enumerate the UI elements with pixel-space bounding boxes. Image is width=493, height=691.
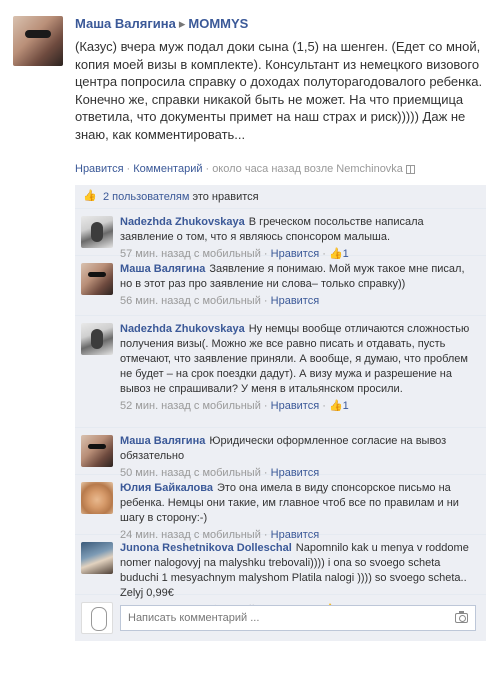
comment-content: Junona Reshetnikova Dolleschal Napomnilo … — [120, 541, 478, 601]
comment-input[interactable]: Написать комментарий ... — [120, 605, 476, 631]
comment-like-count[interactable]: 1 — [343, 400, 349, 412]
map-pin-icon — [405, 164, 415, 174]
comment-row: Nadezhda Zhukovskaya Ну немцы вообще отли… — [75, 316, 486, 428]
write-comment-row: Написать комментарий ... — [75, 595, 486, 641]
comments-panel: 👍 2 пользователям это нравится Nadezhda … — [75, 185, 486, 641]
comment-timestamp[interactable]: 52 мин. назад с мобильный — [120, 400, 261, 412]
commenter-avatar[interactable] — [81, 482, 113, 514]
commenter-avatar[interactable] — [81, 435, 113, 467]
likers-link[interactable]: 2 пользователям — [103, 191, 189, 203]
author-avatar[interactable] — [13, 16, 63, 66]
thumbs-up-icon: 👍 — [83, 190, 97, 202]
comment-author-link[interactable]: Nadezhda Zhukovskaya — [120, 216, 245, 228]
post-text: (Казус) вчера муж подал доки сына (1,5) … — [75, 39, 483, 142]
comment-row: Маша Валягина Юридически оформленное согл… — [75, 428, 486, 479]
comment-author-link[interactable]: Junona Reshetnikova Dolleschal — [120, 542, 292, 554]
comment-meta: 52 мин. назад с мобильный · Нравится · 👍… — [120, 399, 478, 414]
commenter-avatar[interactable] — [81, 263, 113, 295]
like-link[interactable]: Нравится — [75, 163, 124, 175]
separator: · — [260, 295, 271, 307]
comment-author-link[interactable]: Маша Валягина — [120, 435, 205, 447]
comment-row: Юлия Байкалова Это она имела в виду спонс… — [75, 475, 486, 541]
comment-body: Юлия Байкалова Это она имела в виду спонс… — [120, 481, 478, 543]
comment-content: Маша Валягина Заявление я понимаю. Мой му… — [120, 262, 478, 292]
post-timestamp[interactable]: около часа назад возле Nemchinovka — [212, 163, 403, 175]
comment-timestamp[interactable]: 56 мин. назад с мобильный — [120, 295, 261, 307]
feed-post: Маша Валягина ▸ MOMMYS (Казус) вчера муж п… — [0, 0, 493, 691]
author-name-link[interactable]: Маша Валягина — [75, 16, 176, 31]
separator: · — [126, 163, 131, 175]
comment-link[interactable]: Комментарий — [133, 163, 202, 175]
comment-meta: 56 мин. назад с мобильный · Нравится — [120, 294, 478, 309]
separator: · — [319, 400, 329, 412]
separator: · — [260, 400, 271, 412]
comment-row: Junona Reshetnikova Dolleschal Napomnilo … — [75, 535, 486, 616]
comment-content: Юлия Байкалова Это она имела в виду спонс… — [120, 481, 478, 526]
comment-content: Nadezhda Zhukovskaya В греческом посольст… — [120, 215, 478, 245]
comment-row: Маша Валягина Заявление я понимаю. Мой му… — [75, 256, 486, 316]
comment-body: Nadezhda Zhukovskaya В греческом посольст… — [120, 215, 478, 262]
commenter-avatar[interactable] — [81, 542, 113, 574]
current-user-avatar — [81, 602, 113, 634]
group-name-link[interactable]: MOMMYS — [188, 16, 248, 31]
commenter-avatar[interactable] — [81, 216, 113, 248]
comment-row: Nadezhda Zhukovskaya В греческом посольст… — [75, 209, 486, 260]
camera-icon[interactable] — [455, 611, 468, 623]
commenter-avatar[interactable] — [81, 323, 113, 355]
post-meta: Нравится · Комментарий · около часа назад во… — [75, 163, 415, 175]
likes-text: это нравится — [192, 191, 259, 203]
comment-content: Nadezhda Zhukovskaya Ну немцы вообще отли… — [120, 322, 478, 397]
comment-body: Маша Валягина Заявление я понимаю. Мой му… — [120, 262, 478, 309]
comment-input-placeholder: Написать комментарий ... — [128, 612, 260, 624]
comment-body: Маша Валягина Юридически оформленное согл… — [120, 434, 478, 481]
comment-author-link[interactable]: Маша Валягина — [120, 263, 205, 275]
comment-like-link[interactable]: Нравится — [271, 295, 320, 307]
comment-author-link[interactable]: Nadezhda Zhukovskaya — [120, 323, 245, 335]
separator: · — [205, 163, 210, 175]
comment-content: Маша Валягина Юридически оформленное согл… — [120, 434, 478, 464]
post-header: Маша Валягина ▸ MOMMYS — [75, 16, 248, 32]
comment-list: Nadezhda Zhukovskaya В греческом посольст… — [75, 209, 486, 616]
comment-author-link[interactable]: Юлия Байкалова — [120, 482, 213, 494]
comment-like-link[interactable]: Нравится — [271, 400, 320, 412]
thumbs-up-icon: 👍 — [328, 400, 343, 412]
comment-body: Nadezhda Zhukovskaya Ну немцы вообще отли… — [120, 322, 478, 414]
arrow-icon: ▸ — [178, 16, 186, 31]
likes-summary: 👍 2 пользователям это нравится — [75, 185, 486, 209]
